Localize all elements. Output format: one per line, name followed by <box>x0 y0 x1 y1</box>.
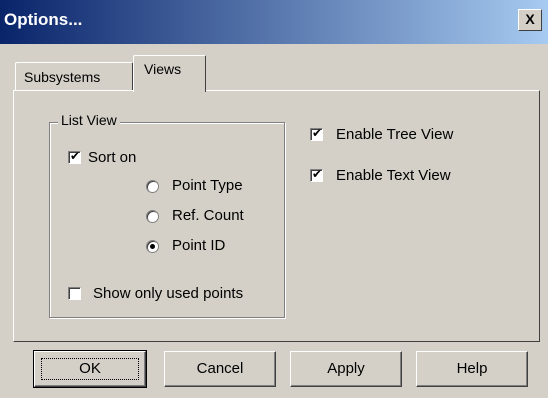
enable-tree-view-label: Enable Tree View <box>336 126 454 143</box>
enable-text-view-checkbox[interactable]: ✔ <box>310 167 323 182</box>
help-button[interactable]: Help <box>416 351 528 387</box>
check-mark-icon: ✔ <box>312 167 323 181</box>
sort-on-checkbox[interactable]: ✔ <box>68 149 81 164</box>
point-type-label: Point Type <box>172 177 243 194</box>
tab-views[interactable]: Views <box>133 55 206 92</box>
tab-subsystems-label: Subsystems <box>24 69 101 85</box>
list-view-group-label: List View <box>58 112 120 128</box>
tab-views-label: Views <box>144 61 182 77</box>
window-title: Options... <box>4 10 83 29</box>
ref-count-radio[interactable] <box>146 210 159 223</box>
ref-count-label: Ref. Count <box>172 207 244 224</box>
close-button[interactable]: X <box>518 9 542 31</box>
apply-button[interactable]: Apply <box>290 351 402 387</box>
point-id-radio[interactable] <box>146 240 159 253</box>
sort-on-label: Sort on <box>88 149 137 166</box>
check-mark-icon: ✔ <box>312 126 323 140</box>
apply-button-label: Apply <box>327 360 365 377</box>
ok-button[interactable]: OK <box>33 350 147 388</box>
close-icon: X <box>525 11 535 27</box>
show-only-used-points-checkbox[interactable] <box>68 287 81 300</box>
title-bar: Options... X <box>0 0 548 44</box>
point-id-label: Point ID <box>172 237 226 254</box>
radio-selected-dot <box>150 244 155 249</box>
help-button-label: Help <box>456 360 488 377</box>
check-mark-icon: ✔ <box>70 149 81 163</box>
cancel-button-label: Cancel <box>196 360 244 377</box>
cancel-button[interactable]: Cancel <box>164 351 276 387</box>
show-only-used-points-label: Show only used points <box>93 285 244 302</box>
ok-button-label: OK <box>79 360 101 377</box>
tab-subsystems[interactable]: Subsystems <box>15 62 133 90</box>
enable-tree-view-checkbox[interactable]: ✔ <box>310 126 323 141</box>
enable-text-view-label: Enable Text View <box>336 167 451 184</box>
point-type-radio[interactable] <box>146 180 159 193</box>
